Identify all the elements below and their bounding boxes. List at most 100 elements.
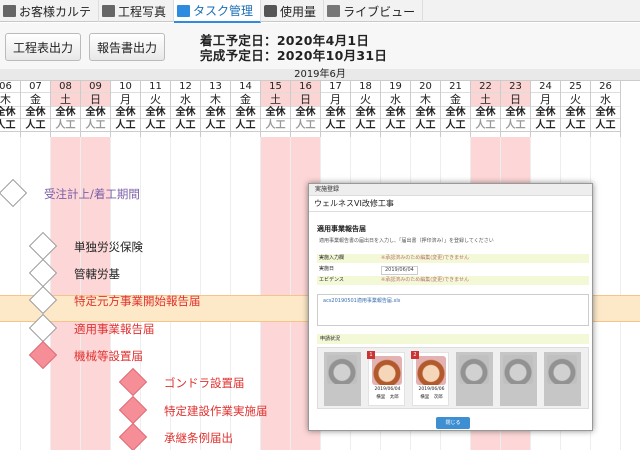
approver-card[interactable]: 2 2019/06/06 横里 次郎 [411, 351, 449, 406]
all-holiday-toggle[interactable]: 全休 [261, 107, 290, 119]
day-number: 06 [0, 81, 20, 93]
all-holiday-toggle[interactable]: 全休 [351, 107, 380, 119]
dialog-row-evidence: エビデンス ※承認済みのため編集(変更)できません [317, 276, 589, 285]
manpower-label[interactable]: 人工 [111, 119, 140, 132]
manpower-label[interactable]: 人工 [291, 119, 320, 132]
approver-card[interactable] [456, 352, 493, 406]
task-label[interactable]: 受注計上/着工期間 [44, 186, 140, 202]
all-holiday-toggle[interactable]: 全休 [171, 107, 200, 119]
report-output-button[interactable]: 報告書出力 [89, 33, 165, 61]
row-key: エビデンス [319, 277, 344, 283]
day-header-09: 09 日全休 人工 [81, 81, 111, 137]
day-number: 18 [351, 81, 380, 93]
manpower-label[interactable]: 人工 [21, 119, 50, 132]
manpower-label[interactable]: 人工 [261, 119, 290, 132]
day-number: 13 [201, 81, 230, 93]
manpower-label[interactable]: 人工 [561, 119, 590, 132]
manpower-label[interactable]: 人工 [81, 119, 110, 132]
task-label[interactable]: 適用事業報告届 [74, 321, 155, 337]
day-number: 16 [291, 81, 320, 93]
day-header-16: 16 日全休 人工 [291, 81, 321, 137]
day-header-26: 26 水全休 人工 [591, 81, 621, 137]
approver-card[interactable] [544, 352, 581, 406]
avatar [547, 355, 577, 384]
approver-card[interactable] [324, 352, 361, 406]
avatar [327, 355, 357, 384]
all-holiday-toggle[interactable]: 全休 [291, 107, 320, 119]
all-holiday-toggle[interactable]: 全休 [471, 107, 500, 119]
task-label[interactable]: 承継条例届出 [164, 430, 233, 446]
tab-label: タスク管理 [193, 4, 254, 18]
implementation-date-field[interactable]: 2019/06/04 [381, 266, 418, 275]
manpower-label[interactable]: 人工 [231, 119, 260, 132]
weekday: 土 [261, 93, 290, 107]
manpower-label[interactable]: 人工 [321, 119, 350, 132]
tab-3[interactable]: タスク管理 [174, 0, 262, 23]
day-header-08: 08 土全休 人工 [51, 81, 81, 137]
avatar [416, 356, 446, 385]
toolbar: 工程表出力 報告書出力 着工予定日：2020年4月1日 完成予定日：2020年1… [0, 23, 640, 69]
task-label[interactable]: 単独労災保険 [74, 239, 143, 255]
weekday: 日 [501, 93, 530, 107]
end-date-label: 完成予定日： [200, 48, 277, 63]
day-header-15: 15 土全休 人工 [261, 81, 291, 137]
tab-1[interactable]: お客様カルテ [0, 0, 100, 22]
all-holiday-toggle[interactable]: 全休 [141, 107, 170, 119]
task-label[interactable]: 管轄労基 [74, 266, 120, 282]
start-date-value: 2020年4月1日 [276, 33, 370, 48]
approver-card[interactable]: 1 2019/06/04 横里 太郎 [367, 351, 405, 406]
manpower-label[interactable]: 人工 [0, 119, 20, 132]
evidence-file-link[interactable]: acs20190501適用事業報告届.xls [323, 298, 400, 304]
manpower-label[interactable]: 人工 [171, 119, 200, 132]
manpower-label[interactable]: 人工 [51, 119, 80, 132]
all-holiday-toggle[interactable]: 全休 [21, 107, 50, 119]
manpower-label[interactable]: 人工 [351, 119, 380, 132]
all-holiday-toggle[interactable]: 全休 [0, 107, 20, 119]
all-holiday-toggle[interactable]: 全休 [561, 107, 590, 119]
all-holiday-toggle[interactable]: 全休 [231, 107, 260, 119]
step-badge: 1 [367, 351, 375, 359]
all-holiday-toggle[interactable]: 全休 [501, 107, 530, 119]
day-number: 22 [471, 81, 500, 93]
manpower-label[interactable]: 人工 [441, 119, 470, 132]
day-header-14: 14 金全休 人工 [231, 81, 261, 137]
all-holiday-toggle[interactable]: 全休 [51, 107, 80, 119]
evidence-file-box[interactable]: acs20190501適用事業報告届.xls [317, 294, 589, 326]
manpower-label[interactable]: 人工 [141, 119, 170, 132]
manpower-label[interactable]: 人工 [471, 119, 500, 132]
all-holiday-toggle[interactable]: 全休 [201, 107, 230, 119]
all-holiday-toggle[interactable]: 全休 [81, 107, 110, 119]
tab-4[interactable]: 使用量 [261, 0, 325, 22]
day-header-21: 21 金全休 人工 [441, 81, 471, 137]
tab-5[interactable]: ライブビュー [324, 0, 424, 22]
tab-2[interactable]: 工程写真 [99, 0, 175, 22]
approver-card[interactable] [500, 352, 537, 406]
task-label[interactable]: 機械等設置届 [74, 348, 143, 364]
day-column [591, 137, 621, 450]
all-holiday-toggle[interactable]: 全休 [591, 107, 620, 119]
task-label[interactable]: ゴンドラ設置届 [164, 375, 245, 391]
all-holiday-toggle[interactable]: 全休 [441, 107, 470, 119]
manpower-label[interactable]: 人工 [501, 119, 530, 132]
approval-date: 2019/06/04 [374, 387, 401, 392]
task-label[interactable]: 特定建設作業実施届 [164, 403, 268, 419]
month-header: 2019年6月 [0, 69, 640, 81]
manpower-label[interactable]: 人工 [381, 119, 410, 132]
all-holiday-toggle[interactable]: 全休 [411, 107, 440, 119]
day-header-07: 07 金全休 人工 [21, 81, 51, 137]
manpower-label[interactable]: 人工 [531, 119, 560, 132]
close-button[interactable]: 閉じる [436, 417, 470, 429]
all-holiday-toggle[interactable]: 全休 [111, 107, 140, 119]
task-label[interactable]: 特定元方事業開始報告届 [74, 293, 201, 309]
process-output-button[interactable]: 工程表出力 [5, 33, 81, 61]
avatar [372, 356, 402, 385]
manpower-label[interactable]: 人工 [591, 119, 620, 132]
all-holiday-toggle[interactable]: 全休 [321, 107, 350, 119]
manpower-label[interactable]: 人工 [201, 119, 230, 132]
end-date-value: 2020年10月31日 [276, 48, 388, 63]
manpower-label[interactable]: 人工 [411, 119, 440, 132]
day-header-20: 20 木全休 人工 [411, 81, 441, 137]
all-holiday-toggle[interactable]: 全休 [381, 107, 410, 119]
all-holiday-toggle[interactable]: 全休 [531, 107, 560, 119]
day-header-11: 11 火全休 人工 [141, 81, 171, 137]
